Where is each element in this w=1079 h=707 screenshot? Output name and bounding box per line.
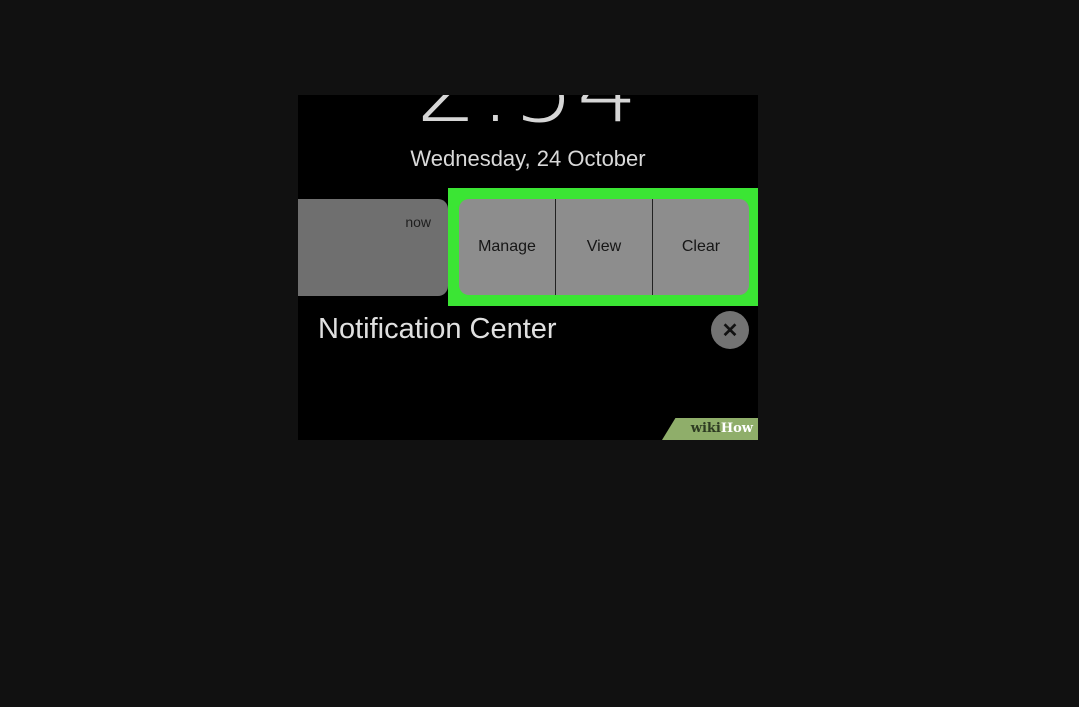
notification-time: now (405, 214, 431, 230)
lock-screen-date: Wednesday, 24 October (410, 146, 646, 171)
watermark-wiki: wiki (690, 421, 721, 436)
clear-button[interactable]: Clear (653, 199, 749, 295)
watermark-how: How (720, 421, 753, 436)
phone-screen: 2:54 Wednesday, 24 October now Manage Vi… (298, 95, 758, 440)
lock-screen-clock: 2:54 (298, 95, 758, 136)
manage-button[interactable]: Manage (459, 199, 556, 295)
notification-actions: Manage View Clear (459, 199, 749, 295)
notification-card[interactable]: now (298, 199, 448, 296)
view-button[interactable]: View (556, 199, 653, 295)
wikihow-watermark: wikiHow (662, 418, 758, 440)
notification-center-title: Notification Center (318, 313, 557, 345)
close-icon[interactable]: ✕ (711, 311, 749, 349)
